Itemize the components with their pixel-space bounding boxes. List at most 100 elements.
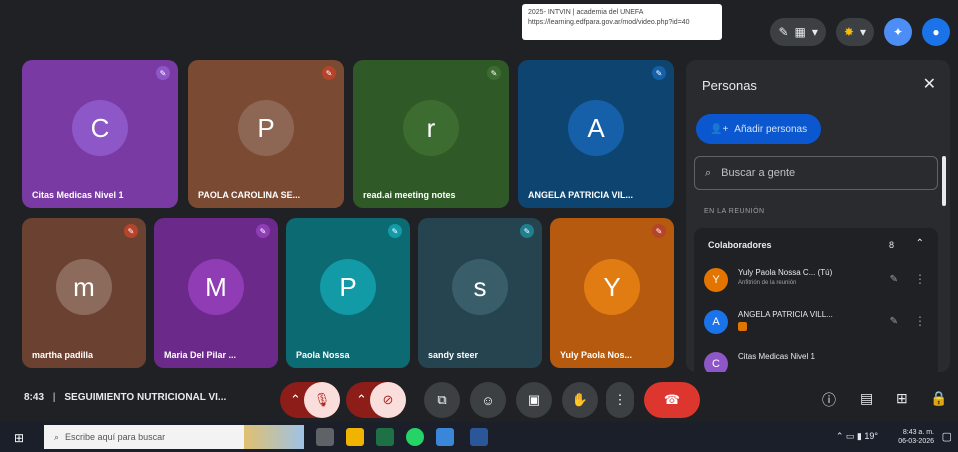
raise-hand-button[interactable]: ✋ [562, 382, 598, 418]
avatar: r [403, 100, 459, 156]
windows-taskbar: ⊞ ⌕ Escribe aquí para buscar ⌃ ▭ ▮ 19° 8… [0, 422, 958, 452]
person-row[interactable]: Y Yuly Paola Nossa C... (Tú) Anfitrión d… [704, 262, 932, 302]
mic-off-icon: ✎ [322, 66, 336, 80]
captions-button[interactable]: ⧉ [424, 382, 460, 418]
present-button[interactable]: ▣ [516, 382, 552, 418]
search-people-input[interactable]: ⌕ Buscar a gente [694, 156, 938, 190]
chevron-up-icon[interactable]: ⌃ [916, 238, 924, 249]
calculator-icon[interactable] [316, 428, 334, 446]
close-icon[interactable]: ✕ [923, 74, 936, 94]
participant-tile[interactable]: ✎ P Paola Nossa [286, 218, 410, 368]
add-people-button[interactable]: 👤+ Añadir personas [696, 114, 822, 144]
emoji-button[interactable]: ☺ [470, 382, 506, 418]
scrollbar[interactable] [942, 156, 946, 206]
chrome-icon[interactable] [436, 428, 454, 446]
avatar-initial: C [90, 112, 110, 143]
participant-tile[interactable]: ✎ Y Yuly Paola Nos... [550, 218, 674, 368]
layout-controls[interactable]: ✎ ▦ ▾ [770, 18, 826, 46]
avatar-initial: Y [603, 271, 621, 302]
mic-off-icon[interactable]: ✎ [890, 274, 898, 285]
url-tooltip: 2025- INTVIN | academia del UNEFA https:… [522, 4, 722, 40]
hangup-button[interactable]: ☎ [644, 382, 700, 418]
avatar: M [188, 259, 244, 315]
search-icon: ⌕ [54, 431, 60, 442]
participant-tile[interactable]: ✎ M Maria Del Pilar ... [154, 218, 278, 368]
whatsapp-icon[interactable] [406, 428, 424, 446]
camera-toggle-button[interactable]: ⊘ [370, 382, 406, 418]
chevron-down-icon: ▾ [859, 25, 866, 39]
gemini-button[interactable]: ✦ [884, 18, 912, 46]
info-button[interactable]: ⓘ [822, 390, 836, 410]
participant-name: martha padilla [32, 350, 94, 360]
participant-tile[interactable]: ✎ P PAOLA CAROLINA SE... [188, 60, 344, 208]
avatar: m [56, 259, 112, 315]
mic-off-icon: ✎ [256, 224, 270, 238]
clock-date: 06-03-2026 [898, 438, 934, 445]
host-controls-button[interactable]: 🔒 [930, 390, 947, 407]
person-name: Citas Medicas Nivel 1 [738, 352, 815, 361]
avatar: P [320, 259, 376, 315]
person-row[interactable]: C Citas Medicas Nivel 1 [704, 346, 932, 372]
meeting-title: SEGUIMIENTO NUTRICIONAL VI... [64, 392, 227, 403]
clock[interactable]: 8:43 a. m. 06-03-2026 [898, 428, 934, 446]
chevron-down-icon: ▾ [811, 25, 818, 39]
mic-off-icon: ✎ [388, 224, 402, 238]
person-name: ANGELA PATRICIA VILL... [738, 310, 833, 319]
chat-button[interactable]: ▤ [860, 390, 873, 407]
people-panel: Personas ✕ 👤+ Añadir personas ⌕ Buscar a… [686, 60, 950, 372]
lock-icon: 🔒 [930, 390, 948, 406]
avatar: Y [584, 259, 640, 315]
mic-off-icon: ✎ [652, 66, 666, 80]
participant-tile[interactable]: ✎ C Citas Medicas Nivel 1 [22, 60, 178, 208]
file-explorer-icon[interactable] [346, 428, 364, 446]
avatar: A [704, 310, 728, 334]
meet-window: 2025- INTVIN | academia del UNEFA https:… [0, 0, 958, 452]
participant-name: read.ai meeting notes [363, 190, 456, 200]
apps-icon: ✸ [843, 25, 854, 39]
avatar-initial: M [205, 271, 227, 302]
participant-tile[interactable]: ✎ m martha padilla [22, 218, 146, 368]
mic-toggle-button[interactable]: 🎙 [304, 382, 340, 418]
more-options-button[interactable]: ⋮ [606, 382, 634, 418]
taskbar-search[interactable]: ⌕ Escribe aquí para buscar [44, 425, 304, 449]
apps-button[interactable]: ✸ ▾ [835, 18, 874, 46]
windows-start-icon[interactable]: ⊞ [14, 431, 24, 445]
profile-button[interactable]: ● [922, 18, 950, 46]
tooltip-title: 2025- INTVIN | academia del UNEFA [528, 9, 644, 16]
participant-name: Yuly Paola Nos... [560, 350, 633, 360]
camera-off-icon: ⊘ [382, 392, 394, 407]
participant-name: Paola Nossa [296, 350, 350, 360]
avatar: P [238, 100, 294, 156]
avatar: A [568, 100, 624, 156]
participant-tile[interactable]: ✎ s sandy steer [418, 218, 542, 368]
avatar-initial: P [339, 271, 357, 302]
participant-tile[interactable]: ✎ A ANGELA PATRICIA VIL... [518, 60, 674, 208]
clock-time: 8:43 a. m. [902, 429, 934, 436]
notifications-icon[interactable]: ▢ [942, 430, 952, 443]
layout-icon: ▦ [794, 25, 806, 39]
word-icon[interactable] [470, 428, 488, 446]
system-tray[interactable]: ⌃ ▭ ▮ 19° [836, 431, 878, 442]
separator: | [52, 392, 56, 403]
person-row[interactable]: A ANGELA PATRICIA VILL... ✎ ⋮ [704, 304, 932, 344]
avatar: Y [704, 268, 728, 292]
hangup-icon: ☎ [663, 392, 681, 407]
person-name: Yuly Paola Nossa C... (Tú) [738, 268, 833, 277]
more-vert-icon: ⋮ [613, 392, 627, 407]
mic-off-icon[interactable]: ✎ [890, 316, 898, 327]
mic-off-icon: ✎ [652, 224, 666, 238]
meeting-time: 8:43 [24, 392, 45, 403]
participant-tile[interactable]: ✎ r read.ai meeting notes [353, 60, 509, 208]
mic-off-icon: ✎ [487, 66, 501, 80]
more-vert-icon[interactable]: ⋮ [914, 272, 926, 286]
emoji-icon: ☺ [481, 392, 495, 408]
activities-button[interactable]: ⊞ [896, 390, 908, 407]
more-vert-icon[interactable]: ⋮ [914, 314, 926, 328]
section-label: EN LA REUNIÓN [704, 208, 765, 215]
excel-icon[interactable] [376, 428, 394, 446]
panel-title: Personas [702, 78, 757, 93]
search-icon: ⌕ [705, 166, 712, 179]
avatar-initial: A [712, 316, 720, 328]
profile-icon: ● [932, 25, 940, 39]
weather-text: 19° [864, 431, 878, 441]
